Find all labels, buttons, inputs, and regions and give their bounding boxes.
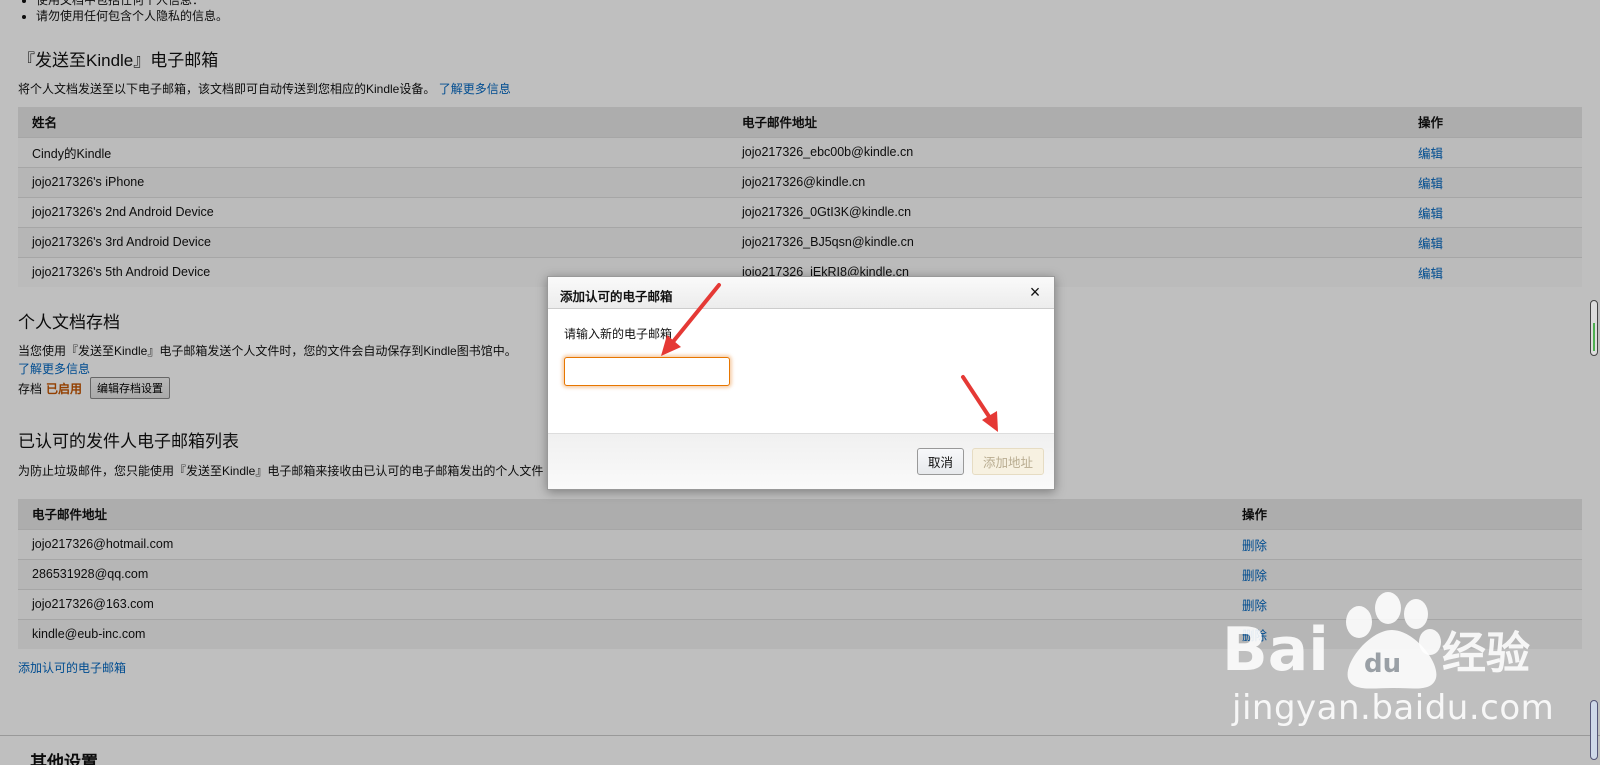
close-icon[interactable]: × bbox=[1024, 281, 1046, 303]
dialog-body: 请输入新的电子邮箱 bbox=[548, 309, 1054, 435]
scrollbar-thumb[interactable] bbox=[1590, 300, 1598, 356]
dialog-header: 添加认可的电子邮箱 × bbox=[548, 277, 1054, 309]
svg-text:Bai: Bai bbox=[1224, 615, 1329, 685]
new-email-input[interactable] bbox=[564, 357, 730, 386]
watermark-url: jingyan.baidu.com bbox=[1232, 688, 1555, 728]
cancel-button[interactable]: 取消 bbox=[917, 448, 965, 475]
scrollbar-thumb-lower[interactable] bbox=[1590, 700, 1598, 760]
add-email-dialog: 添加认可的电子邮箱 × 请输入新的电子邮箱 取消 添加地址 bbox=[547, 276, 1055, 490]
dialog-title: 添加认可的电子邮箱 bbox=[560, 290, 673, 304]
svg-text:du: du bbox=[1364, 649, 1401, 679]
email-input-label: 请输入新的电子邮箱 bbox=[564, 327, 673, 341]
add-address-button[interactable]: 添加地址 bbox=[972, 448, 1045, 475]
dialog-footer: 取消 添加地址 bbox=[548, 433, 1054, 489]
svg-text:经验: 经验 bbox=[1442, 628, 1530, 679]
